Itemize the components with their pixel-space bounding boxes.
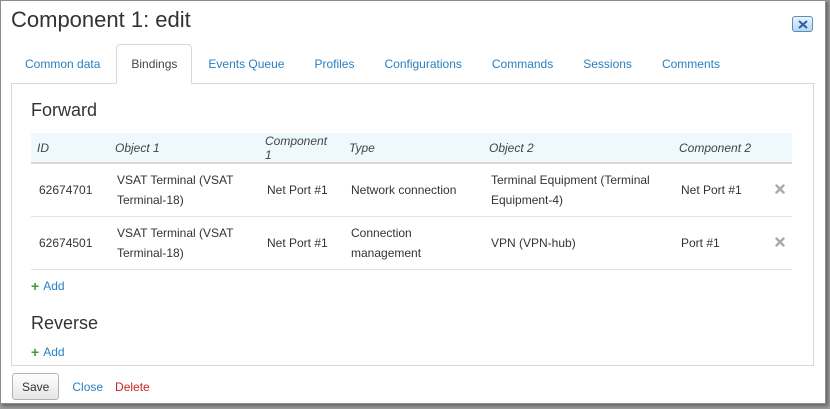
close-link[interactable]: Close bbox=[72, 380, 103, 394]
cell-object1: VSAT Terminal (VSAT Terminal-18) bbox=[109, 216, 259, 270]
col-header-object1: Object 1 bbox=[109, 133, 259, 164]
delete-row-button[interactable] bbox=[765, 163, 792, 217]
reverse-add-label: Add bbox=[43, 345, 65, 359]
save-button[interactable]: Save bbox=[12, 373, 60, 400]
cell-type: Network connection bbox=[343, 163, 483, 217]
table-row: 62674501 VSAT Terminal (VSAT Terminal-18… bbox=[31, 216, 792, 270]
dialog-footer: Save Close Delete bbox=[12, 373, 150, 400]
tab-comments[interactable]: Comments bbox=[648, 45, 734, 83]
delete-link[interactable]: Delete bbox=[115, 380, 150, 394]
tab-sessions[interactable]: Sessions bbox=[569, 45, 646, 83]
forward-add-label: Add bbox=[43, 279, 65, 293]
bindings-panel: Forward ID Object 1 Component 1 Type Obj… bbox=[11, 83, 814, 366]
reverse-add-link[interactable]: + Add bbox=[31, 344, 65, 360]
col-header-object2: Object 2 bbox=[483, 133, 673, 164]
cell-object1: VSAT Terminal (VSAT Terminal-18) bbox=[109, 163, 259, 217]
tab-common-data[interactable]: Common data bbox=[11, 45, 114, 83]
tab-bar: Common data Bindings Events Queue Profil… bbox=[11, 43, 815, 84]
edit-dialog: Component 1: edit Common data Bindings E… bbox=[0, 0, 826, 404]
cell-id: 62674701 bbox=[31, 163, 109, 217]
col-header-actions bbox=[765, 133, 792, 164]
dialog-title: Component 1: edit bbox=[11, 7, 191, 32]
cell-type: Connection management bbox=[343, 216, 483, 270]
reverse-title: Reverse bbox=[31, 313, 99, 333]
tab-configurations[interactable]: Configurations bbox=[370, 45, 475, 83]
forward-title: Forward bbox=[31, 100, 98, 120]
cell-object2: VPN (VPN-hub) bbox=[483, 216, 673, 270]
tab-commands[interactable]: Commands bbox=[478, 45, 567, 83]
cell-object2: Terminal Equipment (Terminal Equipment-4… bbox=[483, 163, 673, 217]
tab-bindings[interactable]: Bindings bbox=[116, 44, 193, 84]
col-header-component2: Component 2 bbox=[673, 133, 765, 164]
cell-id: 62674501 bbox=[31, 216, 109, 270]
tab-profiles[interactable]: Profiles bbox=[300, 45, 368, 83]
col-header-id: ID bbox=[31, 133, 109, 164]
forward-add-link[interactable]: + Add bbox=[31, 278, 65, 294]
table-header-row: ID Object 1 Component 1 Type Object 2 Co… bbox=[31, 133, 792, 164]
cell-component1: Net Port #1 bbox=[259, 216, 343, 270]
table-row: 62674701 VSAT Terminal (VSAT Terminal-18… bbox=[31, 163, 792, 217]
tab-events-queue[interactable]: Events Queue bbox=[194, 45, 298, 83]
col-header-component1: Component 1 bbox=[259, 133, 343, 164]
plus-icon: + bbox=[31, 344, 40, 360]
remove-icon bbox=[774, 184, 785, 194]
cell-component2: Net Port #1 bbox=[673, 163, 765, 217]
cell-component2: Port #1 bbox=[673, 216, 765, 270]
plus-icon: + bbox=[31, 278, 40, 294]
col-header-type: Type bbox=[343, 133, 483, 164]
remove-icon bbox=[774, 237, 785, 247]
dialog-close-button[interactable] bbox=[792, 16, 813, 32]
cell-component1: Net Port #1 bbox=[259, 163, 343, 217]
close-icon bbox=[798, 20, 808, 29]
delete-row-button[interactable] bbox=[765, 216, 792, 270]
forward-table: ID Object 1 Component 1 Type Object 2 Co… bbox=[31, 133, 792, 270]
